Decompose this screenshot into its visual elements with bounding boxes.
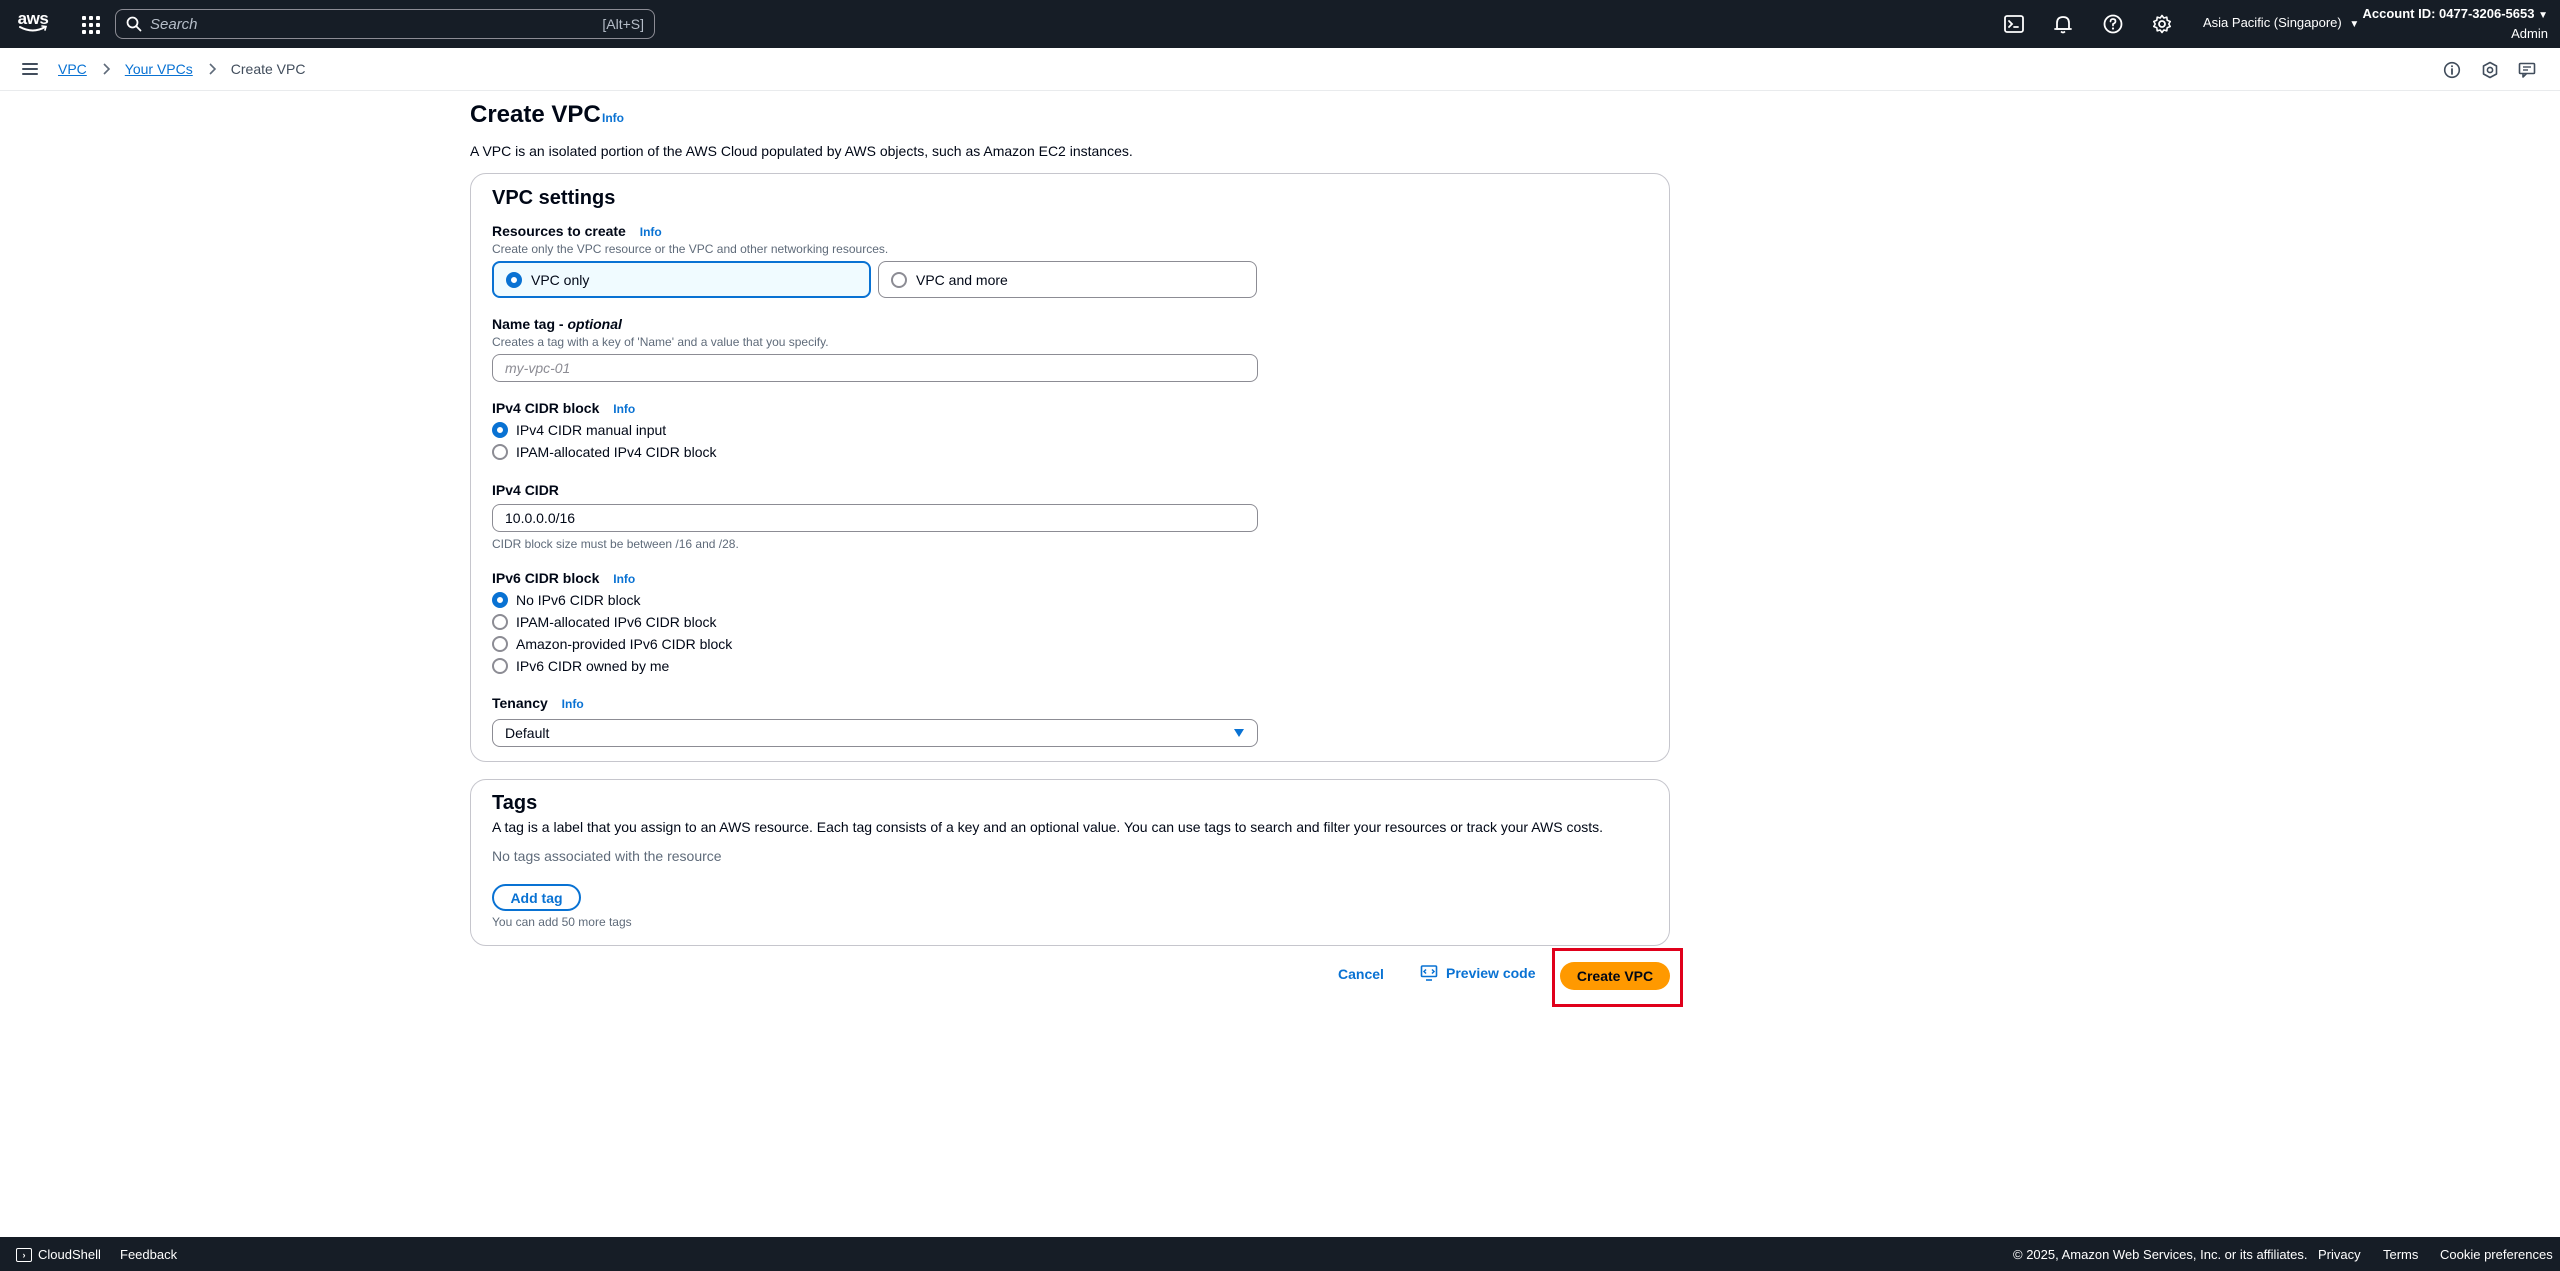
breadcrumb: VPC Your VPCs Create VPC [58, 61, 305, 77]
search-icon [126, 16, 142, 32]
option-label: VPC and more [916, 271, 1008, 288]
ipv4-option-manual[interactable]: IPv4 CIDR manual input [492, 422, 666, 438]
breadcrumb-your-vpcs[interactable]: Your VPCs [125, 61, 193, 77]
footer: › CloudShell Feedback © 2025, Amazon Web… [0, 1237, 2560, 1271]
radio-selected[interactable] [492, 422, 508, 438]
privacy-link[interactable]: Privacy [2318, 1247, 2361, 1262]
services-menu-icon[interactable] [80, 14, 100, 34]
cloudshell-icon: › [16, 1247, 32, 1262]
option-label: IPv6 CIDR owned by me [516, 658, 670, 674]
preview-code-icon [1420, 965, 1438, 981]
breadcrumb-current: Create VPC [230, 61, 306, 77]
ipv4-option-ipam[interactable]: IPAM-allocated IPv4 CIDR block [492, 444, 716, 460]
ipv6-option-amazon[interactable]: Amazon-provided IPv6 CIDR block [492, 636, 732, 652]
caret-down-icon: ▼ [2349, 19, 2360, 30]
resources-label: Resources to create Info [492, 223, 662, 239]
ipv6-option-owned[interactable]: IPv6 CIDR owned by me [492, 658, 669, 674]
resource-option-vpc-and-more[interactable]: VPC and more [878, 261, 1257, 298]
option-label: VPC only [531, 271, 590, 288]
aws-smile-icon [19, 25, 48, 32]
cancel-button[interactable]: Cancel [1338, 966, 1384, 982]
tenancy-select[interactable]: Default [492, 719, 1258, 747]
info-link[interactable]: Info [613, 402, 635, 416]
create-vpc-button[interactable]: Create VPC [1560, 962, 1670, 990]
option-label: IPAM-allocated IPv6 CIDR block [516, 614, 717, 630]
page-description: A VPC is an isolated portion of the AWS … [470, 143, 1133, 159]
region-selector[interactable]: Asia Pacific (Singapore) ▼ [2203, 15, 2359, 30]
ipv4-block-label: IPv4 CIDR block Info [492, 400, 636, 416]
account-id: Account ID: 0477-3206-5653 [2362, 6, 2535, 21]
top-navigation: aws [Alt+S] Asia Pacific (Singapore [0, 0, 2560, 48]
radio-unselected[interactable] [492, 614, 508, 630]
tenancy-value: Default [505, 725, 550, 741]
no-tags-message: No tags associated with the resource [492, 848, 722, 864]
chevron-right-icon [103, 63, 110, 75]
option-label: IPv4 CIDR manual input [516, 422, 667, 438]
search-bar[interactable]: [Alt+S] [115, 9, 655, 39]
feedback-panel-icon[interactable] [2518, 61, 2536, 79]
preview-code-label: Preview code [1446, 965, 1536, 981]
ipv6-option-none[interactable]: No IPv6 CIDR block [492, 592, 640, 608]
page-title: Create VPC [470, 101, 601, 128]
cloudshell-label: CloudShell [38, 1247, 101, 1262]
tags-panel: Tags A tag is a label that you assign to… [470, 779, 1670, 946]
aws-logo[interactable]: aws [16, 10, 50, 38]
ipv4-cidr-input[interactable] [492, 504, 1258, 532]
hamburger-menu-icon[interactable] [22, 63, 38, 75]
info-link[interactable]: Info [602, 111, 624, 125]
tags-description: A tag is a label that you assign to an A… [492, 819, 1604, 835]
radio-selected[interactable] [506, 271, 522, 288]
account-role: Admin [2511, 26, 2548, 41]
help-icon[interactable] [2102, 13, 2124, 35]
option-label: Amazon-provided IPv6 CIDR block [516, 636, 733, 652]
caret-down-icon [1234, 729, 1244, 737]
add-tag-button[interactable]: Add tag [492, 884, 581, 911]
region-label: Asia Pacific (Singapore) [2203, 15, 2342, 30]
info-panel-icon[interactable] [2443, 61, 2461, 79]
account-menu[interactable]: Account ID: 0477-3206-5653 ▼ Admin [2362, 5, 2548, 43]
feedback-link[interactable]: Feedback [120, 1247, 177, 1262]
caret-down-icon: ▼ [2538, 10, 2548, 21]
tags-limit: You can add 50 more tags [492, 915, 632, 929]
vpc-settings-panel: VPC settings Resources to create Info Cr… [470, 173, 1670, 762]
security-settings-icon[interactable] [2481, 61, 2499, 79]
cloudshell-link[interactable]: › CloudShell [16, 1247, 101, 1262]
option-label: No IPv6 CIDR block [516, 592, 641, 608]
info-link[interactable]: Info [640, 225, 662, 239]
name-tag-description: Creates a tag with a key of 'Name' and a… [492, 335, 829, 349]
breadcrumb-bar: VPC Your VPCs Create VPC [0, 48, 2560, 91]
radio-unselected[interactable] [891, 271, 907, 288]
panel-title: VPC settings [492, 187, 616, 209]
info-link[interactable]: Info [562, 697, 584, 711]
preview-code-button[interactable]: Preview code [1420, 964, 1536, 982]
name-tag-input[interactable] [492, 354, 1258, 382]
ipv4-cidr-constraint: CIDR block size must be between /16 and … [492, 537, 739, 551]
radio-selected[interactable] [492, 592, 508, 608]
ipv6-block-label: IPv6 CIDR block Info [492, 570, 636, 586]
panel-title: Tags [492, 792, 538, 814]
ipv6-option-ipam[interactable]: IPAM-allocated IPv6 CIDR block [492, 614, 716, 630]
radio-unselected[interactable] [492, 658, 508, 674]
radio-unselected[interactable] [492, 636, 508, 652]
notifications-bell-icon[interactable] [2052, 13, 2074, 35]
info-link[interactable]: Info [613, 572, 635, 586]
copyright: © 2025, Amazon Web Services, Inc. or its… [2013, 1247, 2308, 1262]
option-label: IPAM-allocated IPv4 CIDR block [516, 444, 717, 460]
ipv4-cidr-label: IPv4 CIDR [492, 482, 559, 498]
name-tag-label: Name tag - optional [492, 316, 622, 332]
resource-option-vpc-only[interactable]: VPC only [492, 261, 871, 298]
breadcrumb-vpc[interactable]: VPC [58, 61, 87, 77]
tenancy-label: Tenancy Info [492, 695, 584, 711]
cookie-preferences-link[interactable]: Cookie preferences [2440, 1247, 2553, 1262]
chevron-right-icon [209, 63, 216, 75]
search-input[interactable] [150, 15, 603, 33]
terms-link[interactable]: Terms [2383, 1247, 2418, 1262]
settings-gear-icon[interactable] [2151, 13, 2173, 35]
radio-unselected[interactable] [492, 444, 508, 460]
search-shortcut: [Alt+S] [602, 16, 644, 32]
cloudshell-icon[interactable] [2003, 13, 2025, 35]
resources-description: Create only the VPC resource or the VPC … [492, 242, 889, 256]
